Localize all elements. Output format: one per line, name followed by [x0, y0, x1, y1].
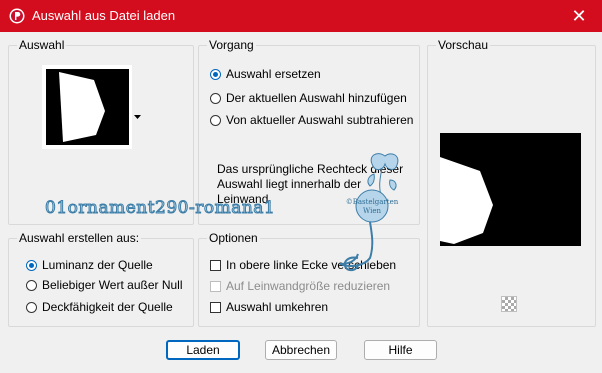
checkbox-label: Auf Leinwandgröße reduzieren: [226, 279, 391, 293]
checkbox-invert-selection[interactable]: Auswahl umkehren: [210, 300, 328, 314]
vorschau-legend: Vorschau: [436, 38, 491, 52]
radio-label: Auswahl ersetzen: [226, 67, 321, 81]
app-icon: [9, 8, 25, 24]
radio-add-selection[interactable]: Der aktuellen Auswahl hinzufügen: [210, 91, 407, 105]
load-button[interactable]: Laden: [166, 340, 240, 360]
checkbox-icon: [210, 259, 221, 271]
radio-source-opacity[interactable]: Deckfähigkeit der Quelle: [26, 300, 173, 314]
radio-icon: [210, 114, 221, 126]
watermark-text: 01ornament290-romana1: [44, 198, 276, 219]
preview-image: [440, 133, 581, 246]
radio-icon: [26, 259, 37, 271]
radio-subtract-selection[interactable]: Von aktueller Auswahl subtrahieren: [210, 113, 413, 127]
checkbox-crop-to-canvas[interactable]: Auf Leinwandgröße reduzieren: [210, 279, 390, 293]
radio-icon: [26, 301, 37, 313]
close-button[interactable]: ✕: [556, 0, 602, 32]
watermark-stamp-line2: Wien: [363, 207, 381, 215]
selection-preview-image: [46, 69, 129, 145]
radio-label: Deckfähigkeit der Quelle: [42, 300, 173, 314]
cancel-button[interactable]: Abbrechen: [265, 340, 337, 360]
options-legend: Optionen: [207, 231, 260, 245]
dropdown-arrow-icon[interactable]: [134, 115, 141, 120]
create-from-legend: Auswahl erstellen aus:: [17, 231, 142, 245]
vorschau-group: Vorschau: [427, 38, 596, 327]
radio-nonzero-value[interactable]: Beliebiger Wert außer Null: [26, 278, 183, 292]
radio-replace-selection[interactable]: Auswahl ersetzen: [210, 67, 321, 81]
watermark-stamp-line1: ©Bastelgarten: [346, 198, 399, 206]
vorgang-legend: Vorgang: [207, 38, 256, 52]
radio-icon: [26, 279, 37, 291]
radio-label: Beliebiger Wert außer Null: [42, 278, 183, 292]
radio-label: Von aktueller Auswahl subtrahieren: [226, 113, 414, 127]
auswahl-legend: Auswahl: [17, 38, 67, 52]
close-icon: ✕: [571, 5, 587, 26]
window-title: Auswahl aus Datei laden: [32, 8, 176, 23]
radio-label: Luminanz der Quelle: [42, 258, 153, 272]
checkbox-label: Auswahl umkehren: [226, 300, 329, 314]
checkbox-icon: [210, 280, 221, 292]
radio-label: Der aktuellen Auswahl hinzufügen: [226, 91, 407, 105]
title-bar: Auswahl aus Datei laden ✕: [0, 0, 602, 32]
radio-icon: [210, 92, 221, 104]
help-button[interactable]: Hilfe: [364, 340, 437, 360]
selection-thumbnail[interactable]: [42, 65, 132, 149]
checkbox-icon: [210, 301, 221, 313]
watermark-ornament-icon: ©Bastelgarten Wien: [339, 153, 399, 272]
radio-source-luminance[interactable]: Luminanz der Quelle: [26, 258, 153, 272]
radio-icon: [210, 68, 221, 80]
transparency-toggle-icon[interactable]: [501, 296, 517, 312]
